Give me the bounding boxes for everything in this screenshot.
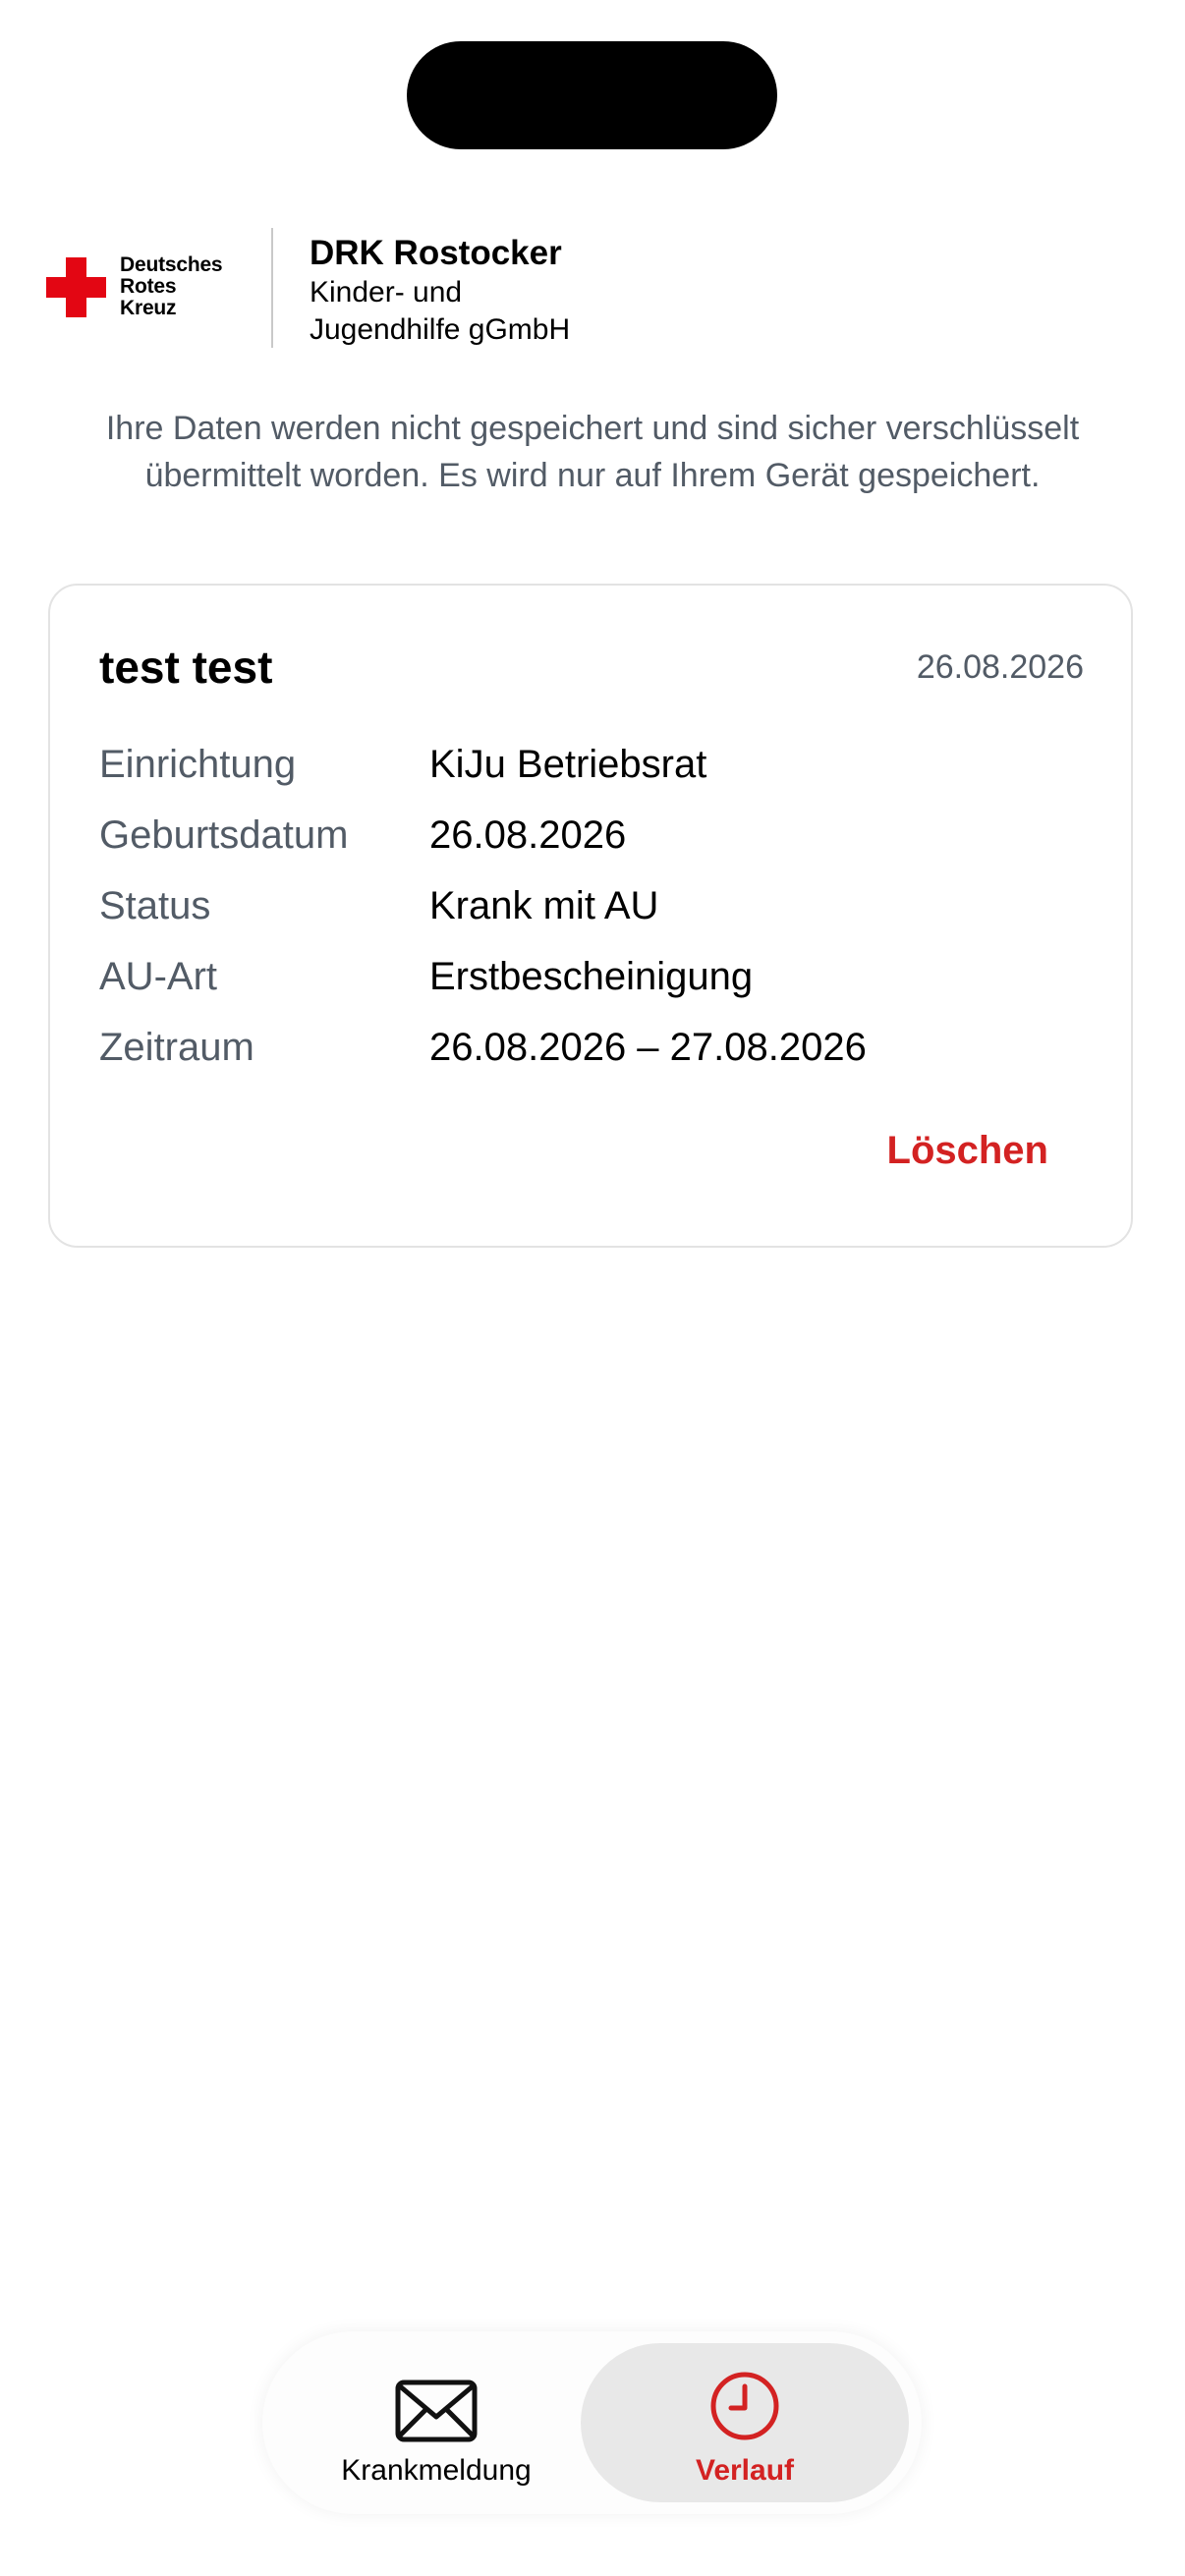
org-subtitle-line2: Jugendhilfe gGmbH xyxy=(310,313,571,346)
card-person-name: test test xyxy=(99,642,273,693)
org-name: DRK Rostocker Kinder- und Jugendhilfe gG… xyxy=(310,233,570,349)
clock-icon xyxy=(710,2372,779,2440)
detail-row-status: Status Krank mit AU xyxy=(99,876,1082,947)
detail-row-au-art: AU-Art Erstbescheinigung xyxy=(99,947,1082,1018)
drk-logo-text: Deutsches Rotes Kreuz xyxy=(120,253,223,319)
delete-button[interactable]: Löschen xyxy=(887,1124,1048,1177)
detail-value: 26.08.2026 xyxy=(429,813,627,857)
bottom-tab-bar: Krankmeldung Verlauf xyxy=(262,2331,922,2514)
app-header: Deutsches Rotes Kreuz DRK Rostocker Kind… xyxy=(46,228,1147,351)
detail-row-geburtsdatum: Geburtsdatum 26.08.2026 xyxy=(99,806,1082,876)
detail-row-zeitraum: Zeitraum 26.08.2026 – 27.08.2026 xyxy=(99,1018,1082,1089)
envelope-icon xyxy=(395,2380,478,2442)
detail-label: AU-Art xyxy=(99,955,217,998)
detail-value: 26.08.2026 – 27.08.2026 xyxy=(429,1026,867,1069)
tab-label: Verlauf xyxy=(695,2454,795,2487)
detail-value: Krank mit AU xyxy=(429,884,659,927)
detail-label: Zeitraum xyxy=(99,1026,254,1069)
tab-verlauf[interactable]: Verlauf xyxy=(581,2343,909,2502)
detail-value: Erstbescheinigung xyxy=(429,955,754,998)
tab-label: Krankmeldung xyxy=(341,2454,532,2487)
org-subtitle-line1: Kinder- und xyxy=(310,276,463,308)
dynamic-island xyxy=(407,41,777,149)
header-divider xyxy=(271,228,273,348)
red-cross-logo-icon xyxy=(46,257,106,317)
detail-label: Geburtsdatum xyxy=(99,813,349,857)
history-card: test test 26.08.2026 Einrichtung KiJu Be… xyxy=(48,584,1133,1248)
tab-krankmeldung[interactable]: Krankmeldung xyxy=(272,2343,600,2502)
detail-row-einrichtung: Einrichtung KiJu Betriebsrat xyxy=(99,735,1082,806)
detail-label: Einrichtung xyxy=(99,743,297,786)
card-date: 26.08.2026 xyxy=(916,648,1084,686)
detail-label: Status xyxy=(99,884,211,927)
privacy-notice: Ihre Daten werden nicht gespeichert und … xyxy=(105,410,1080,494)
org-title: DRK Rostocker xyxy=(310,234,562,272)
detail-value: KiJu Betriebsrat xyxy=(429,743,707,786)
